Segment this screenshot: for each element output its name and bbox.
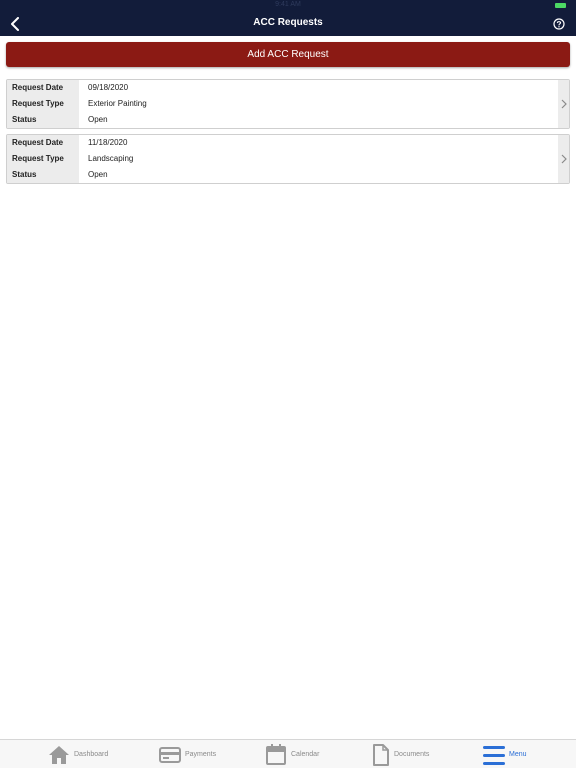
request-type-value: Landscaping xyxy=(88,154,134,163)
request-type-label: Request Type xyxy=(7,151,79,167)
chevron-right-icon xyxy=(558,80,569,128)
add-acc-request-button[interactable]: Add ACC Request xyxy=(6,42,570,67)
request-status-label: Status xyxy=(7,167,79,183)
request-status-value: Open xyxy=(88,115,108,124)
request-date-label: Request Date xyxy=(7,80,79,96)
tab-label: Calendar xyxy=(291,751,320,758)
tab-label: Dashboard xyxy=(74,751,109,758)
help-button[interactable] xyxy=(552,17,566,31)
chevron-right-icon xyxy=(558,135,569,183)
request-type-row: Request Type Landscaping xyxy=(7,151,559,167)
nav-bar: ACC Requests xyxy=(0,12,576,36)
request-status-row: Status Open xyxy=(7,167,559,183)
status-bar: 9:41 AM xyxy=(0,0,576,12)
tab-calendar[interactable]: Calendar xyxy=(265,742,319,767)
page-title: ACC Requests xyxy=(253,17,323,28)
request-type-value: Exterior Painting xyxy=(88,99,147,108)
credit-card-icon xyxy=(159,746,181,764)
request-card[interactable]: Request Date 09/18/2020 Request Type Ext… xyxy=(6,79,570,129)
tab-documents[interactable]: Documents xyxy=(372,742,429,767)
tab-payments[interactable]: Payments xyxy=(159,742,216,767)
calendar-icon xyxy=(265,743,287,766)
request-date-label: Request Date xyxy=(7,135,79,151)
document-icon xyxy=(372,743,390,766)
battery-icon xyxy=(555,3,566,8)
question-circle-icon xyxy=(553,18,565,30)
hamburger-menu-icon xyxy=(483,744,505,766)
request-status-value: Open xyxy=(88,170,108,179)
request-date-row: Request Date 09/18/2020 xyxy=(7,80,559,96)
home-icon xyxy=(48,745,70,765)
tab-label: Documents xyxy=(394,751,430,758)
request-date-value: 11/18/2020 xyxy=(88,138,128,147)
tab-dashboard[interactable]: Dashboard xyxy=(48,742,108,767)
tab-label: Payments xyxy=(185,751,217,758)
tab-label: Menu xyxy=(509,751,527,758)
request-status-row: Status Open xyxy=(7,112,559,128)
request-type-row: Request Type Exterior Painting xyxy=(7,96,559,112)
request-date-row: Request Date 11/18/2020 xyxy=(7,135,559,151)
request-card[interactable]: Request Date 11/18/2020 Request Type Lan… xyxy=(6,134,570,184)
tab-bar: Dashboard Payments Calendar Documents Me… xyxy=(0,739,576,768)
status-time: 9:41 AM xyxy=(275,1,301,8)
tab-menu[interactable]: Menu xyxy=(483,742,527,767)
request-date-value: 09/18/2020 xyxy=(88,83,129,92)
request-status-label: Status xyxy=(7,112,79,128)
request-type-label: Request Type xyxy=(7,96,79,112)
